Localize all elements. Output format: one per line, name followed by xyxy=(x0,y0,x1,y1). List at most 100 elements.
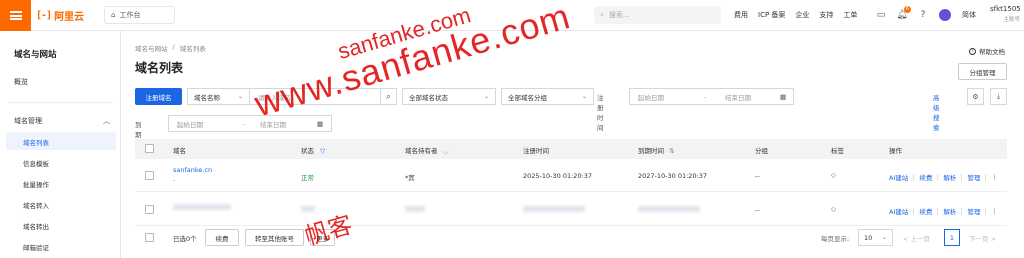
language-switch[interactable]: 简体 xyxy=(962,10,976,20)
chevron-down-icon: ⌄ xyxy=(881,234,887,241)
group-manage-button[interactable]: 分组管理 xyxy=(958,63,1007,80)
col-domain: 域名 xyxy=(173,147,186,155)
nav-support[interactable]: 支持 xyxy=(819,10,833,20)
footer-select-all-checkbox[interactable] xyxy=(145,233,154,242)
eye-icon[interactable]: ◡ xyxy=(443,147,449,155)
main-content: 域名与网站 / 域名列表 域名列表 ? 帮助文档 分组管理 注册域名 域名名称 … xyxy=(121,31,1024,258)
search-submit-icon[interactable]: ⌕ xyxy=(380,88,397,105)
settings-icon[interactable]: ⚙ xyxy=(967,88,984,105)
top-bar: [-] 阿里云 ⌂ 工作台 ⌕ 搜索... 费用 ICP 备案 企业 支持 工单… xyxy=(0,0,1024,31)
table-row: sanfanke.cn - 正常 *宾 2025-10-30 01:20:37 … xyxy=(135,159,1007,192)
reg-time-redacted xyxy=(523,206,585,212)
account-menu[interactable]: sfkt1505 主账号 xyxy=(990,5,1021,23)
row-checkbox[interactable] xyxy=(145,205,154,214)
row-checkbox[interactable] xyxy=(145,171,154,180)
help-icon[interactable]: ? xyxy=(917,9,929,21)
nav-fees[interactable]: 费用 xyxy=(734,10,748,20)
range-separator: - xyxy=(704,92,707,101)
breadcrumb-current: 域名列表 xyxy=(179,45,206,53)
register-domain-button[interactable]: 注册域名 xyxy=(135,88,182,105)
breadcrumb-parent[interactable]: 域名与网站 xyxy=(135,43,168,53)
domain-name-link[interactable]: sanfanke.cn xyxy=(173,166,212,174)
tag-icon[interactable]: ◇ xyxy=(831,171,836,179)
tag-icon[interactable]: ◇ xyxy=(831,205,836,213)
divider xyxy=(985,173,987,181)
aliyun-logo[interactable]: [-] 阿里云 xyxy=(36,8,84,23)
expire-start-date[interactable]: 起始日期 xyxy=(177,119,203,129)
col-holder-label: 域名持有者 xyxy=(405,147,438,155)
nav-enterprise[interactable]: 企业 xyxy=(795,10,809,20)
range-separator: - xyxy=(243,119,246,128)
search-type-select[interactable]: 域名名称 ⌄ xyxy=(187,88,250,105)
advanced-search-link[interactable]: 高级搜索 xyxy=(933,92,940,132)
group-value: -- xyxy=(755,172,760,180)
workspace-button[interactable]: ⌂ 工作台 xyxy=(104,6,175,24)
dns-link[interactable]: 解析 xyxy=(943,206,956,216)
hamburger-icon xyxy=(9,11,22,20)
sidebar-item-batch[interactable]: 批量操作 xyxy=(23,179,49,189)
col-expire-time[interactable]: 到期时间 ⇅ xyxy=(638,145,675,155)
table-row: -- ◇ AI建站 续费 解析 管理 ⋮ xyxy=(135,193,1007,226)
search-type-value: 域名名称 xyxy=(194,93,220,102)
sort-icon[interactable]: ⇅ xyxy=(669,147,674,155)
account-name: sfkt1505 xyxy=(990,5,1021,13)
ai-site-link[interactable]: AI建站 xyxy=(889,172,908,182)
reg-time-range[interactable]: 起始日期 - 结束日期 ▦ xyxy=(629,88,794,105)
batch-renew-button[interactable]: 续费 xyxy=(205,229,239,246)
reg-start-date[interactable]: 起始日期 xyxy=(638,92,664,102)
expire-time-range[interactable]: 起始日期 - 结束日期 ▦ xyxy=(168,115,332,132)
status-filter-select[interactable]: 全部域名状态 ⌄ xyxy=(402,88,496,105)
download-icon[interactable]: ⤓ xyxy=(990,88,1007,105)
col-group: 分组 xyxy=(755,147,768,155)
page-size-select[interactable]: 10 ⌄ xyxy=(858,229,893,246)
col-actions: 操作 xyxy=(889,147,902,155)
holder-value: *宾 xyxy=(405,174,415,182)
chevron-down-icon: ⌄ xyxy=(237,93,243,100)
manage-link[interactable]: 管理 xyxy=(967,206,980,216)
top-nav: 费用 ICP 备案 企业 支持 工单 xyxy=(734,10,857,20)
more-icon[interactable]: ⋮ xyxy=(991,173,998,181)
nav-icp[interactable]: ICP 备案 xyxy=(758,10,785,20)
prev-page-button[interactable]: < 上一页 xyxy=(903,233,930,243)
divider xyxy=(961,207,963,215)
global-search[interactable]: ⌕ 搜索... xyxy=(594,6,721,24)
sidebar-title: 域名与网站 xyxy=(14,50,57,60)
group-filter-select[interactable]: 全部域名分组 ⌄ xyxy=(501,88,594,105)
filter-icon[interactable]: ▽ xyxy=(320,147,325,155)
renew-link[interactable]: 续费 xyxy=(919,206,932,216)
avatar[interactable] xyxy=(939,9,951,21)
sidebar-item-transfer-in[interactable]: 域名转入 xyxy=(23,200,49,210)
terminal-icon[interactable]: ▭ xyxy=(875,9,887,21)
manage-link[interactable]: 管理 xyxy=(967,172,980,182)
sidebar-item-transfer-out[interactable]: 域名转出 xyxy=(23,221,49,231)
help-docs-link[interactable]: ? 帮助文档 xyxy=(969,46,1005,56)
expire-end-date[interactable]: 结束日期 xyxy=(260,119,286,129)
sidebar-item-email-verify[interactable]: 邮箱验证 xyxy=(23,242,49,252)
ai-site-link[interactable]: AI建站 xyxy=(889,206,908,216)
table-footer: 已选0个 续费 转至其他账号 更多 每页显示: 10 ⌄ < 上一页 1 下一页… xyxy=(135,229,1007,246)
status-filter-value: 全部域名状态 xyxy=(409,93,448,102)
group-value: -- xyxy=(755,206,760,214)
page-size-value: 10 xyxy=(864,233,873,242)
current-page[interactable]: 1 xyxy=(944,229,960,246)
more-button[interactable]: 更多 xyxy=(310,229,335,246)
select-all-checkbox[interactable] xyxy=(145,144,154,153)
renew-link[interactable]: 续费 xyxy=(919,172,932,182)
sidebar-item-domain-list[interactable]: 域名列表 xyxy=(23,137,49,147)
next-page-button[interactable]: 下一页 > xyxy=(969,233,996,243)
sidebar-item-overview[interactable]: 概览 xyxy=(14,77,28,87)
nav-ticket[interactable]: 工单 xyxy=(843,10,857,20)
more-icon[interactable]: ⋮ xyxy=(991,207,998,215)
transfer-account-button[interactable]: 转至其他账号 xyxy=(245,229,304,246)
domain-search-input[interactable]: 请输入域名 xyxy=(249,88,381,105)
sidebar-item-templates[interactable]: 信息模板 xyxy=(23,158,49,168)
reg-time-label: 注册时间 xyxy=(597,94,604,132)
group-filter-value: 全部域名分组 xyxy=(508,93,547,102)
menu-button[interactable] xyxy=(0,0,31,31)
breadcrumb-separator: / xyxy=(172,43,175,51)
sidebar-group-domain-manage[interactable]: 域名管理 ︿ xyxy=(14,116,110,126)
dns-link[interactable]: 解析 xyxy=(943,172,956,182)
col-status[interactable]: 状态 ▽ xyxy=(301,145,325,155)
notification-badge: 6 xyxy=(904,6,911,13)
reg-end-date[interactable]: 结束日期 xyxy=(725,92,751,102)
